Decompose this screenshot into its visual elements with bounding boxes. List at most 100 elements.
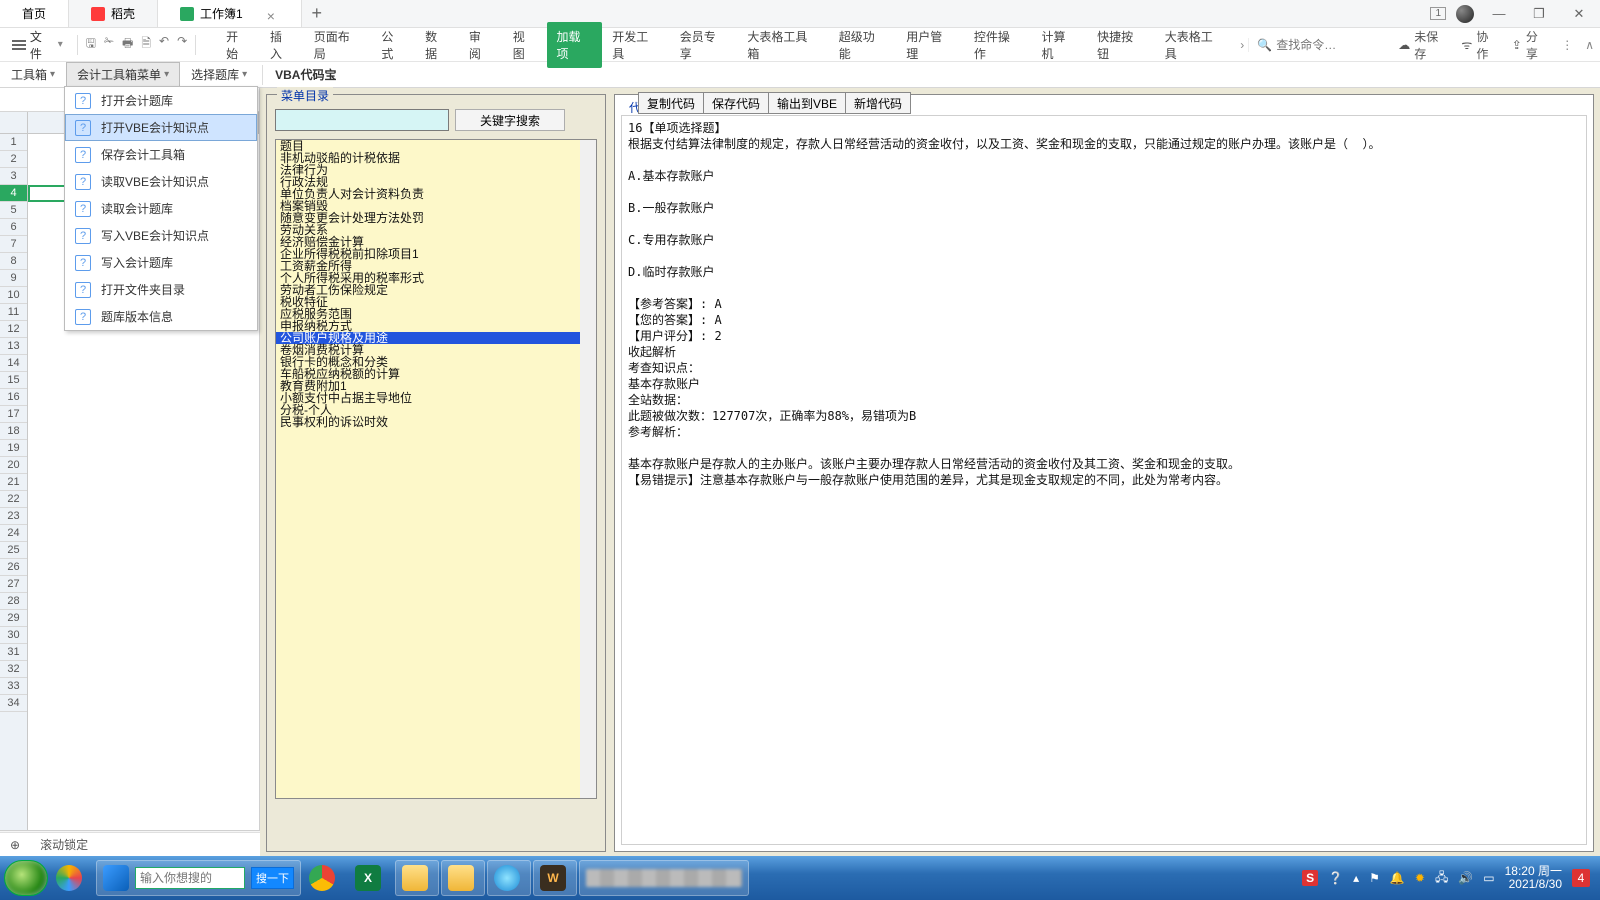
ribbon-tab-3[interactable]: 公式 bbox=[371, 22, 415, 68]
row-head-21[interactable]: 21 bbox=[0, 474, 27, 491]
ribbon-tab-11[interactable]: 超级功能 bbox=[829, 22, 897, 68]
row-head-16[interactable]: 16 bbox=[0, 389, 27, 406]
row-head-13[interactable]: 13 bbox=[0, 338, 27, 355]
taskbar-explorer[interactable] bbox=[441, 860, 485, 896]
row-head-5[interactable]: 5 bbox=[0, 202, 27, 219]
ribbon-tab-10[interactable]: 大表格工具箱 bbox=[737, 22, 828, 68]
avatar[interactable] bbox=[1456, 5, 1474, 23]
row-head-25[interactable]: 25 bbox=[0, 542, 27, 559]
ribbon-tab-13[interactable]: 控件操作 bbox=[964, 22, 1032, 68]
row-head-8[interactable]: 8 bbox=[0, 253, 27, 270]
dropdown-item-2[interactable]: ?保存会计工具箱 bbox=[65, 141, 257, 168]
taskbar-folder-1[interactable] bbox=[395, 860, 439, 896]
row-headers[interactable]: 1234567891011121314151617181920212223242… bbox=[0, 134, 28, 858]
tray-help-icon[interactable]: ❔ bbox=[1328, 871, 1343, 885]
tree-scrollbar[interactable] bbox=[580, 140, 596, 798]
export-icon[interactable]: 🗎 bbox=[141, 34, 151, 55]
share-button[interactable]: ⇪分享 bbox=[1512, 28, 1549, 62]
ribbon-tab-5[interactable]: 审阅 bbox=[459, 22, 503, 68]
row-head-7[interactable]: 7 bbox=[0, 236, 27, 253]
row-head-19[interactable]: 19 bbox=[0, 440, 27, 457]
close-window-button[interactable]: ✕ bbox=[1564, 6, 1594, 22]
unsaved-button[interactable]: ☁未保存 bbox=[1398, 28, 1449, 62]
row-head-12[interactable]: 12 bbox=[0, 321, 27, 338]
tab-home[interactable]: 首页 bbox=[0, 0, 69, 27]
accounting-toolbox-menu[interactable]: 会计工具箱菜单 bbox=[66, 62, 180, 87]
row-head-14[interactable]: 14 bbox=[0, 355, 27, 372]
taskbar-excel[interactable]: X bbox=[349, 860, 393, 896]
code-text[interactable]: 16【单项选择题】 根据支付结算法律制度的规定，存款人日常经营活动的资金收付，以… bbox=[621, 115, 1587, 845]
row-head-24[interactable]: 24 bbox=[0, 525, 27, 542]
row-head-33[interactable]: 33 bbox=[0, 678, 27, 695]
ribbon-tab-1[interactable]: 插入 bbox=[260, 22, 304, 68]
command-search-input[interactable] bbox=[1276, 38, 1386, 52]
more-icon[interactable]: ⋮ bbox=[1561, 38, 1573, 52]
dropdown-item-3[interactable]: ?读取VBE会计知识点 bbox=[65, 168, 257, 195]
dropdown-item-6[interactable]: ?写入会计题库 bbox=[65, 249, 257, 276]
tab-shell[interactable]: 稻壳 bbox=[69, 0, 158, 27]
toolbox-menu[interactable]: 工具箱 bbox=[0, 62, 66, 87]
start-button[interactable] bbox=[4, 860, 48, 896]
tray-notification-badge[interactable]: 4 bbox=[1572, 869, 1590, 887]
code-btn-3[interactable]: 新增代码 bbox=[845, 92, 911, 114]
tray-battery-icon[interactable]: ▭ bbox=[1483, 871, 1494, 885]
dropdown-item-0[interactable]: ?打开会计题库 bbox=[65, 87, 257, 114]
tray-chevron-icon[interactable]: ▴ bbox=[1353, 871, 1359, 885]
ribbon-more-icon[interactable]: › bbox=[1240, 38, 1244, 52]
tray-shield-icon[interactable]: ✹ bbox=[1415, 871, 1425, 885]
tray-volume-icon[interactable]: 🔊 bbox=[1458, 871, 1473, 885]
taskbar-browser[interactable] bbox=[487, 860, 531, 896]
row-head-22[interactable]: 22 bbox=[0, 491, 27, 508]
taskbar-blurred[interactable] bbox=[579, 860, 749, 896]
tray-flag-icon[interactable]: ⚑ bbox=[1369, 871, 1380, 885]
row-head-4[interactable]: 4 bbox=[0, 185, 27, 202]
row-head-10[interactable]: 10 bbox=[0, 287, 27, 304]
row-head-20[interactable]: 20 bbox=[0, 457, 27, 474]
ribbon-tab-9[interactable]: 会员专享 bbox=[670, 22, 738, 68]
app-menu-button[interactable]: 文件▾ bbox=[6, 26, 69, 64]
status-settings[interactable]: ⊕ bbox=[10, 838, 20, 852]
dropdown-item-7[interactable]: ?打开文件夹目录 bbox=[65, 276, 257, 303]
maximize-button[interactable]: ❐ bbox=[1524, 6, 1554, 22]
tray-network-icon[interactable]: 🖧 bbox=[1435, 868, 1448, 889]
row-head-29[interactable]: 29 bbox=[0, 610, 27, 627]
code-btn-2[interactable]: 输出到VBE bbox=[768, 92, 846, 114]
collapse-ribbon-icon[interactable]: ∧ bbox=[1585, 38, 1594, 52]
redo-icon[interactable]: ↷ bbox=[177, 34, 187, 55]
dropdown-item-5[interactable]: ?写入VBE会计知识点 bbox=[65, 222, 257, 249]
print-icon[interactable]: 🖶 bbox=[122, 34, 133, 55]
row-head-3[interactable]: 3 bbox=[0, 168, 27, 185]
row-head-15[interactable]: 15 bbox=[0, 372, 27, 389]
taskbar-wps[interactable]: W bbox=[533, 860, 577, 896]
row-head-30[interactable]: 30 bbox=[0, 627, 27, 644]
taskbar-chrome[interactable] bbox=[303, 860, 347, 896]
ribbon-tab-16[interactable]: 大表格工具 bbox=[1155, 22, 1234, 68]
ribbon-tab-6[interactable]: 视图 bbox=[503, 22, 547, 68]
taskbar-search-input[interactable] bbox=[135, 867, 245, 889]
row-head-27[interactable]: 27 bbox=[0, 576, 27, 593]
row-head-11[interactable]: 11 bbox=[0, 304, 27, 321]
ribbon-tab-0[interactable]: 开始 bbox=[216, 22, 260, 68]
print-preview-icon[interactable]: ✁ bbox=[104, 34, 114, 55]
dropdown-item-1[interactable]: ?打开VBE会计知识点 bbox=[65, 114, 257, 141]
ribbon-tab-2[interactable]: 页面布局 bbox=[304, 22, 372, 68]
keyword-search-button[interactable]: 关键字搜索 bbox=[455, 109, 565, 131]
taskbar-app-1[interactable] bbox=[50, 860, 94, 896]
row-head-28[interactable]: 28 bbox=[0, 593, 27, 610]
ribbon-tab-8[interactable]: 开发工具 bbox=[602, 22, 670, 68]
ribbon-tab-15[interactable]: 快捷按钮 bbox=[1087, 22, 1155, 68]
row-head-6[interactable]: 6 bbox=[0, 219, 27, 236]
undo-icon[interactable]: ↶ bbox=[159, 34, 169, 55]
command-search[interactable]: 🔍 bbox=[1248, 38, 1386, 52]
ime-icon[interactable]: S bbox=[1302, 870, 1318, 886]
tree-node-23[interactable]: 民事权利的诉讼时效 bbox=[276, 416, 596, 428]
topic-tree[interactable]: 题目非机动驳船的计税依据法律行为行政法规单位负责人对会计资料负责档案销毁随意变更… bbox=[275, 139, 597, 799]
code-btn-1[interactable]: 保存代码 bbox=[703, 92, 769, 114]
ribbon-tab-4[interactable]: 数据 bbox=[415, 22, 459, 68]
collab-button[interactable]: ᯤ协作 bbox=[1461, 28, 1499, 62]
row-head-17[interactable]: 17 bbox=[0, 406, 27, 423]
row-head-34[interactable]: 34 bbox=[0, 695, 27, 712]
dropdown-item-8[interactable]: ?题库版本信息 bbox=[65, 303, 257, 330]
ribbon-tab-7[interactable]: 加载项 bbox=[547, 22, 603, 68]
row-head-2[interactable]: 2 bbox=[0, 151, 27, 168]
